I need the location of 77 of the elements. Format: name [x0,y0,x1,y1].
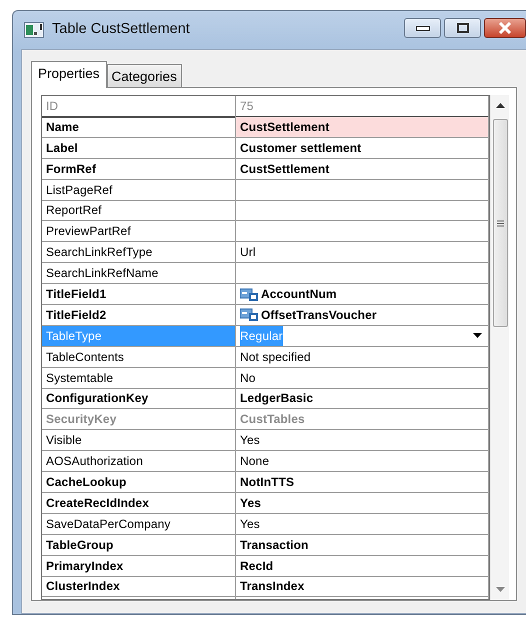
property-name[interactable]: SaveDataPerCompany [42,514,236,535]
property-value-cell[interactable]: Yes [236,430,489,452]
property-value-cell[interactable] [236,221,489,242]
property-value-cell[interactable] [236,180,489,201]
property-name[interactable]: CreateRecIdIndex [42,492,236,514]
property-value-cell[interactable]: CustSettlement [236,158,489,180]
property-value: Not specified [240,348,311,366]
property-name[interactable]: PreviewPartRef [42,221,236,242]
close-button[interactable] [484,18,526,38]
property-value: TransIndex [240,578,304,596]
property-value-cell[interactable]: Yes [236,514,489,535]
property-value: Transaction [240,536,308,554]
scroll-thumb[interactable] [493,119,508,327]
property-value: Regular [240,326,283,346]
dropdown-arrow-icon[interactable] [473,333,482,338]
property-value-cell[interactable]: AccountNum [236,284,489,306]
window-title: Table CustSettlement [52,20,190,40]
property-name[interactable]: ClusterIndex [42,576,236,598]
property-name[interactable]: Visible [42,430,236,452]
property-value: No [240,370,256,387]
property-value-cell[interactable]: None [236,451,489,472]
grip-icon [497,220,504,226]
property-value-cell[interactable]: Not specified [236,346,489,368]
tab[interactable]: Properties [31,61,107,88]
property-value: OffsetTransVoucher [261,306,377,324]
property-name[interactable]: FormRef [42,158,236,180]
close-icon [498,22,512,34]
property-value-cell[interactable]: Transaction [236,534,489,556]
property-name[interactable]: PrimaryIndex [42,556,236,577]
property-name[interactable]: Name [42,116,236,138]
property-name[interactable]: ConfigurationKey [42,388,236,410]
scroll-down-icon[interactable] [496,587,505,592]
property-value-cell[interactable]: TransIndex [236,576,489,598]
property-value-cell[interactable]: RecId [236,556,489,577]
property-name[interactable]: ReportRef [42,200,236,222]
property-name[interactable]: TableContents [42,346,236,368]
property-value: Yes [240,432,260,450]
table-icon [24,22,44,38]
property-value: CustTables [240,411,305,428]
property-name[interactable]: AOSAuthorization [42,451,236,472]
property-value: Yes [240,494,261,512]
maximize-icon [456,23,468,33]
tab[interactable]: Categories [106,64,182,87]
property-value-cell[interactable]: NotInTTS [236,472,489,494]
property-value-cell[interactable]: No [236,368,489,389]
property-value: Customer settlement [240,140,362,157]
property-value-cell[interactable]: LedgerBasic [236,388,489,410]
maximize-button[interactable] [444,18,481,38]
property-name[interactable]: ListPageRef [42,180,236,201]
scrollbar[interactable] [490,95,509,600]
property-value-cell[interactable] [236,263,489,284]
property-name[interactable]: SearchLinkRefType [42,242,236,264]
minimize-icon [416,25,430,31]
property-value-cell[interactable]: Yes [236,492,489,514]
property-value: LedgerBasic [240,390,314,408]
property-value: RecId [240,558,274,575]
property-value-cell[interactable]: Customer settlement [236,138,489,159]
property-value: Yes [240,516,260,533]
property-value: Url [240,244,256,262]
property-value-cell[interactable]: CustSettlement [236,116,489,138]
property-value: None [240,453,270,470]
property-value: NotInTTS [240,474,294,492]
property-name[interactable]: TableGroup [42,534,236,556]
property-value: AccountNum [261,286,337,304]
minimize-button[interactable] [404,18,441,38]
property-name[interactable]: Systemtable [42,368,236,389]
property-name[interactable]: CacheLookup [42,472,236,494]
property-value-cell[interactable]: Url [236,242,489,264]
property-name[interactable]: Label [42,138,236,159]
property-value: CustSettlement [240,118,330,136]
property-value-cell[interactable]: OffsetTransVoucher [236,304,489,326]
property-value: 75 [240,98,254,115]
property-name[interactable]: SearchLinkRefName [42,263,236,284]
property-name[interactable]: TitleField1 [42,284,236,306]
property-value: CustSettlement [240,160,330,178]
property-value-cell[interactable] [236,200,489,222]
scroll-up-icon[interactable] [496,103,505,108]
